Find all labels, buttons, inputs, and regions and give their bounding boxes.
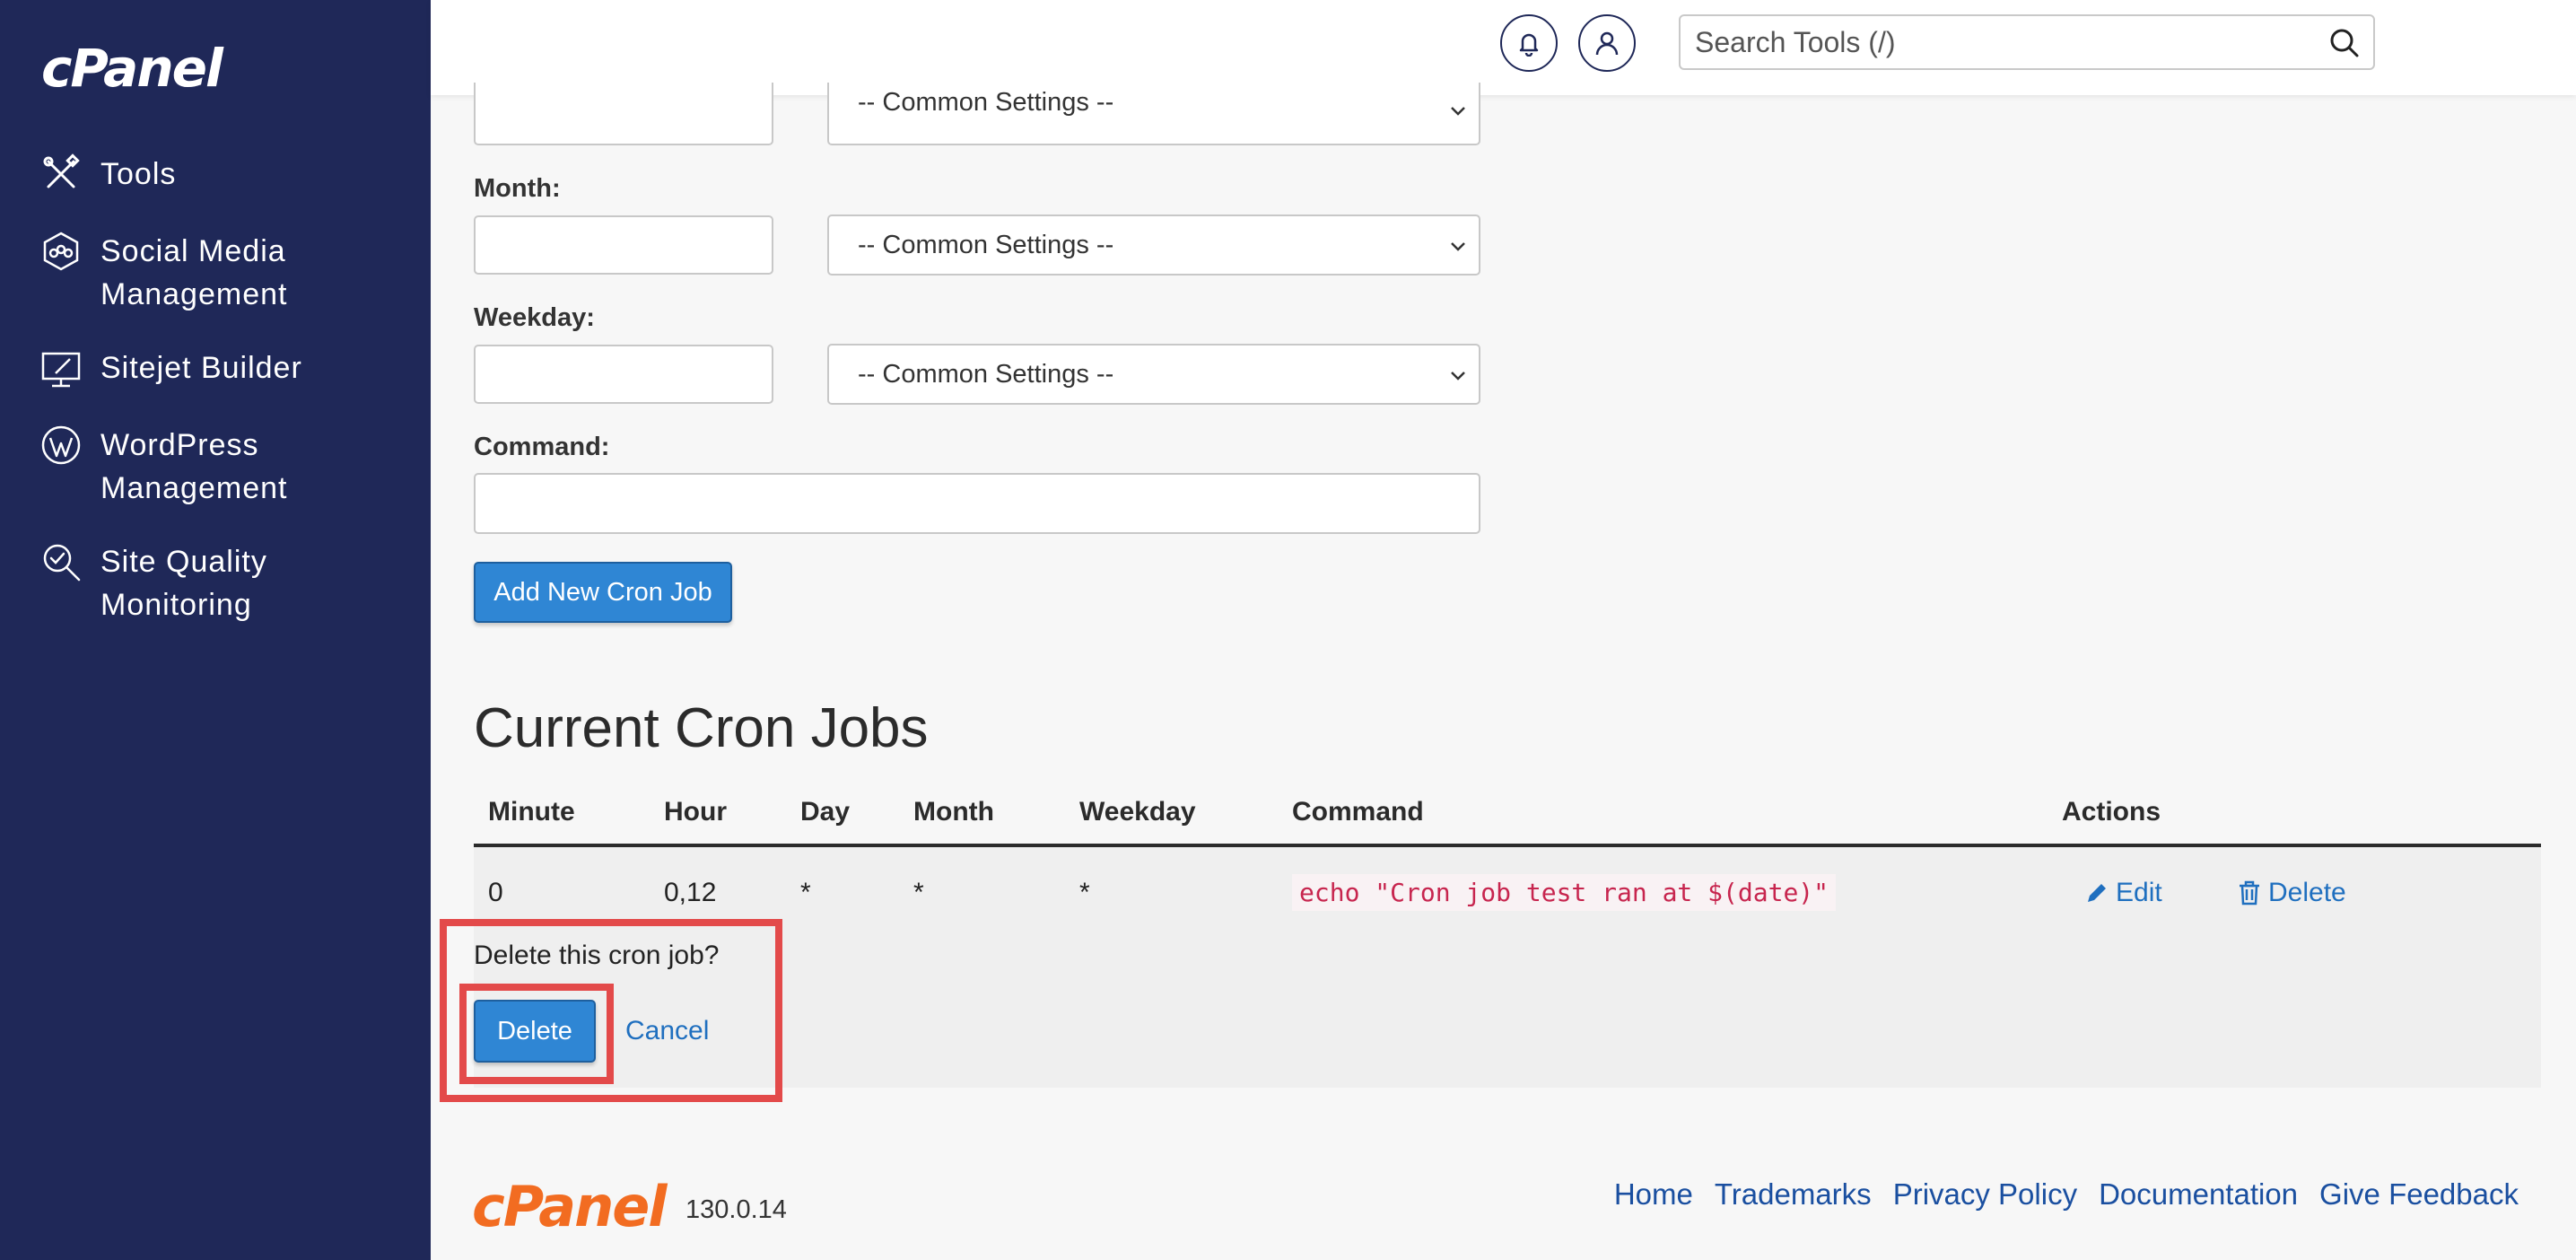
tools-icon [39, 153, 86, 199]
weekday-common-settings-select[interactable]: -- Common Settings -- [827, 344, 1480, 405]
add-new-cron-job-button[interactable]: Add New Cron Job [474, 562, 732, 623]
column-header-day: Day [800, 797, 851, 827]
chevron-down-icon [1451, 372, 1465, 381]
search-box [1679, 14, 2375, 70]
delete-confirm-question: Delete this cron job? [474, 941, 720, 970]
top-header [431, 0, 2576, 95]
sidebar-item-social-media[interactable]: Social Media Management [39, 230, 416, 316]
sidebar-nav: Tools Social Media Management Sitejet Bu… [39, 153, 416, 657]
footer-links: Home Trademarks Privacy Policy Documenta… [1614, 1177, 2519, 1212]
footer-link-documentation[interactable]: Documentation [2099, 1177, 2298, 1212]
wordpress-icon [39, 424, 86, 470]
delete-label: Delete [2268, 878, 2346, 907]
sidebar-item-label: Site Quality Monitoring [100, 545, 267, 622]
column-header-weekday: Weekday [1079, 797, 1196, 827]
cell-month: * [913, 878, 924, 907]
month-common-settings-select[interactable]: -- Common Settings -- [827, 214, 1480, 276]
cell-weekday: * [1079, 878, 1090, 907]
confirm-delete-button[interactable]: Delete [474, 1000, 596, 1063]
user-menu-button[interactable] [1578, 14, 1636, 72]
delete-link[interactable]: Delete [2236, 878, 2346, 908]
sidebar-item-label: Sitejet Builder [100, 351, 302, 385]
pencil-icon [2088, 884, 2106, 902]
day-input[interactable] [474, 83, 773, 145]
column-header-month: Month [913, 797, 994, 827]
site-quality-icon [39, 540, 86, 587]
cell-command: echo "Cron job test ran at $(date)" [1292, 874, 1837, 911]
edit-label: Edit [2116, 878, 2162, 907]
command-input[interactable] [474, 473, 1480, 534]
sidebar-item-tools[interactable]: Tools [39, 153, 416, 199]
column-header-hour: Hour [664, 797, 727, 827]
chevron-down-icon [1451, 107, 1465, 116]
footer-link-trademarks[interactable]: Trademarks [1715, 1177, 1872, 1212]
column-header-actions: Actions [2062, 797, 2161, 827]
cell-day: * [800, 878, 811, 907]
edit-link[interactable]: Edit [2083, 878, 2162, 908]
version-number: 130.0.14 [685, 1195, 787, 1224]
footer-cpanel-logo: cPanel [472, 1174, 668, 1239]
cpanel-logo[interactable]: cPanel [41, 38, 223, 99]
footer-link-home[interactable]: Home [1614, 1177, 1693, 1212]
column-header-command: Command [1292, 797, 1424, 827]
month-label: Month: [474, 174, 561, 203]
sitejet-icon [39, 346, 86, 393]
trash-icon [2240, 880, 2259, 906]
current-cron-jobs-title: Current Cron Jobs [474, 697, 929, 759]
column-header-minute: Minute [488, 797, 575, 827]
day-common-settings-select[interactable]: -- Common Settings -- [827, 83, 1480, 145]
delete-confirm-panel [474, 937, 2541, 1088]
footer-link-give-feedback[interactable]: Give Feedback [2319, 1177, 2519, 1212]
bell-icon [1519, 33, 1539, 57]
select-value: -- Common Settings -- [858, 360, 1114, 389]
sidebar-item-label: Social Media Management [100, 234, 288, 311]
chevron-down-icon [1451, 242, 1465, 251]
cell-minute: 0 [488, 878, 503, 907]
cancel-delete-link[interactable]: Cancel [625, 1016, 709, 1046]
sidebar-item-site-quality[interactable]: Site Quality Monitoring [39, 540, 416, 626]
search-icon[interactable] [2328, 27, 2361, 59]
sidebar-item-label: WordPress Management [100, 428, 288, 505]
select-value: -- Common Settings -- [858, 88, 1114, 117]
sidebar: cPanel Tools Social Media Management Sit… [0, 0, 431, 1260]
weekday-label: Weekday: [474, 303, 595, 332]
user-icon [1595, 31, 1619, 56]
command-label: Command: [474, 433, 610, 461]
sidebar-item-label: Tools [100, 157, 177, 191]
sidebar-item-wordpress[interactable]: WordPress Management [39, 424, 416, 510]
footer-link-privacy-policy[interactable]: Privacy Policy [1893, 1177, 2077, 1212]
weekday-input[interactable] [474, 345, 773, 404]
search-input[interactable] [1681, 16, 2309, 68]
month-input[interactable] [474, 215, 773, 275]
select-value: -- Common Settings -- [858, 231, 1114, 259]
sidebar-item-sitejet[interactable]: Sitejet Builder [39, 346, 416, 393]
notifications-button[interactable] [1500, 14, 1558, 72]
social-media-icon [39, 230, 86, 276]
cell-hour: 0,12 [664, 878, 717, 907]
